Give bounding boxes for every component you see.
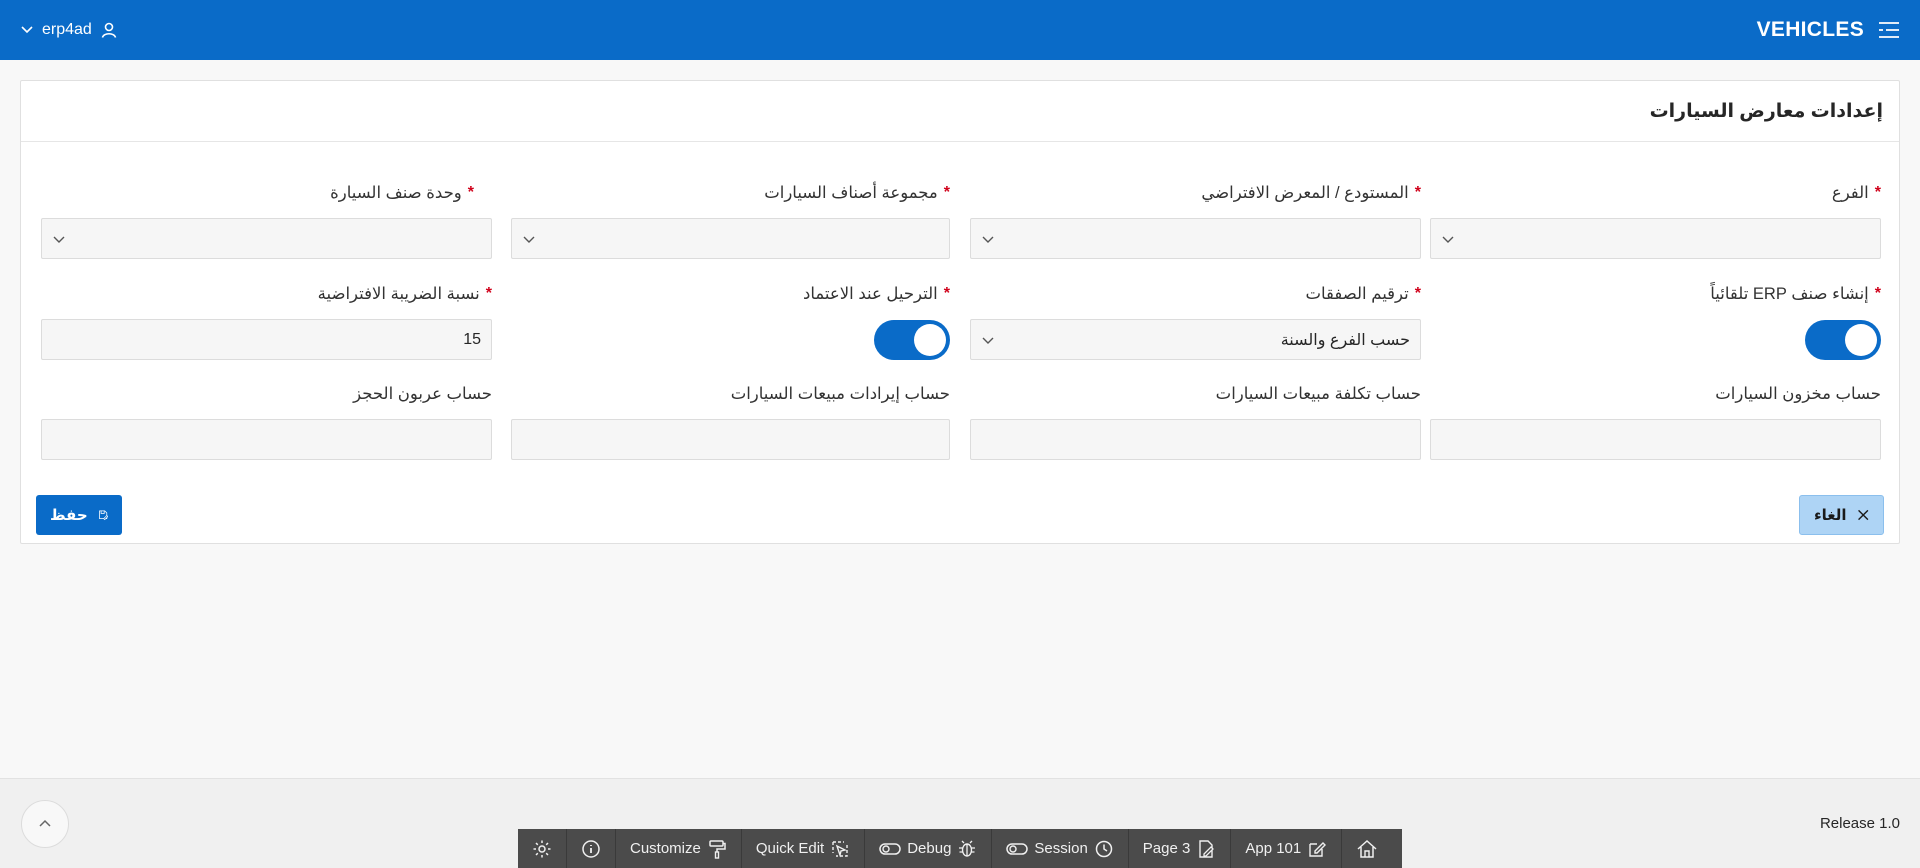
- username: erp4ad: [42, 21, 92, 38]
- release-version: Release 1.0: [1819, 815, 1900, 832]
- field-label: * وحدة صنف السيارة: [330, 184, 474, 202]
- field-branch: * الفرع: [1430, 182, 1881, 259]
- transaction-numbering-select[interactable]: حسب الفرع والسنة: [970, 319, 1421, 360]
- chevron-down-icon: [982, 337, 994, 344]
- auto-erp-item-toggle[interactable]: [1805, 319, 1881, 360]
- field-default-tax-rate: * نسبة الضريبة الافتراضية 15: [41, 283, 492, 360]
- car-item-unit-select[interactable]: [41, 218, 492, 259]
- toggle-wrapper: [511, 319, 950, 360]
- field-car-inventory-account: حساب مخزون السيارات: [1430, 383, 1881, 460]
- cancel-label: الغاء: [1814, 507, 1847, 524]
- region-title: إعدادات معارض السيارات: [1649, 100, 1883, 122]
- user-icon: [101, 22, 117, 38]
- warehouse-select[interactable]: [970, 218, 1421, 259]
- field-label: حساب إيرادات مبيعات السيارات: [730, 385, 950, 403]
- devbar-settings[interactable]: [518, 829, 567, 868]
- booking-deposit-account-input[interactable]: [41, 419, 492, 460]
- devbar-customize[interactable]: Customize: [616, 829, 742, 868]
- user-menu[interactable]: erp4ad: [20, 21, 118, 39]
- car-sales-cost-account-input[interactable]: [970, 419, 1421, 460]
- bug-icon: [959, 840, 976, 857]
- toggle-knob: [914, 323, 946, 356]
- field-car-sales-revenue-account: حساب إيرادات مبيعات السيارات: [511, 383, 950, 460]
- edit-icon: [1309, 841, 1327, 857]
- toggle-icon: [879, 842, 901, 855]
- home-icon: [1357, 839, 1377, 858]
- region-header: إعدادات معارض السيارات: [21, 81, 1899, 142]
- chevron-down-icon: [21, 26, 33, 34]
- paint-roller-icon: [709, 839, 726, 859]
- field-car-category-group: * مجموعة أصناف السيارات: [511, 182, 950, 259]
- chevron-up-icon: [39, 819, 51, 827]
- field-label: * ترقيم الصفقات: [1305, 285, 1421, 303]
- field-booking-deposit-account: حساب عربون الحجز: [41, 383, 492, 460]
- devbar-page[interactable]: Page 3: [1129, 829, 1232, 868]
- field-label: حساب عربون الحجز: [353, 385, 492, 403]
- save-label: حفظ: [50, 507, 88, 524]
- chevron-down-icon: [982, 236, 994, 243]
- field-car-sales-cost-account: حساب تكلفة مبيعات السيارات: [970, 383, 1421, 460]
- field-post-on-approval: * الترحيل عند الاعتماد: [511, 283, 950, 360]
- info-icon: [582, 839, 600, 858]
- developer-toolbar: Customize Quick Edit Debug Session Page …: [518, 829, 1402, 868]
- save-button[interactable]: حفظ: [36, 495, 122, 535]
- devbar-app[interactable]: App 101: [1231, 829, 1343, 868]
- branch-select[interactable]: [1430, 218, 1881, 259]
- settings-region: إعدادات معارض السيارات * الفرع * المستودع …: [20, 80, 1900, 544]
- post-on-approval-toggle[interactable]: [874, 319, 950, 360]
- field-label: * الفرع: [1831, 184, 1881, 202]
- cancel-button[interactable]: الغاء: [1799, 495, 1884, 535]
- gear-icon: [533, 840, 551, 857]
- field-label: * المستودع / المعرض الافتراضي: [1201, 184, 1421, 202]
- toggle-wrapper: [1430, 319, 1881, 360]
- car-sales-revenue-account-input[interactable]: [511, 419, 950, 460]
- app-header: erp4ad VEHICLES: [0, 0, 1920, 60]
- default-tax-rate-input[interactable]: 15: [41, 319, 492, 360]
- car-category-group-select[interactable]: [511, 218, 950, 259]
- devbar-info[interactable]: [567, 829, 616, 868]
- toggle-icon: [1006, 842, 1029, 855]
- devbar-debug[interactable]: Debug: [865, 829, 993, 868]
- devbar-session[interactable]: Session: [992, 829, 1129, 868]
- field-warehouse: * المستودع / المعرض الافتراضي: [970, 182, 1421, 259]
- field-label: * مجموعة أصناف السيارات: [764, 184, 950, 202]
- menu-icon[interactable]: [1878, 21, 1900, 39]
- chevron-down-icon: [53, 236, 65, 243]
- devbar-home[interactable]: [1342, 829, 1392, 868]
- clock-icon: [1095, 840, 1113, 857]
- app-title[interactable]: VEHICLES: [1757, 18, 1864, 42]
- devbar-quick-edit[interactable]: Quick Edit: [742, 829, 866, 868]
- field-label: * نسبة الضريبة الافتراضية: [317, 285, 492, 303]
- close-icon: [1857, 509, 1868, 521]
- field-label: حساب مخزون السيارات: [1715, 385, 1881, 403]
- field-label: * الترحيل عند الاعتماد: [803, 285, 950, 303]
- field-label: * إنشاء صنف ERP تلقائياً: [1710, 285, 1881, 303]
- car-inventory-account-input[interactable]: [1430, 419, 1881, 460]
- quick-edit-icon: [832, 840, 848, 858]
- field-car-item-unit: * وحدة صنف السيارة: [41, 182, 492, 259]
- field-transaction-numbering: * ترقيم الصفقات حسب الفرع والسنة: [970, 283, 1421, 360]
- field-label: حساب تكلفة مبيعات السيارات: [1215, 385, 1421, 403]
- app-title-area: VEHICLES: [1757, 18, 1900, 42]
- field-auto-erp-item: * إنشاء صنف ERP تلقائياً: [1430, 283, 1881, 360]
- save-icon: [98, 510, 108, 521]
- chevron-down-icon: [1442, 236, 1454, 243]
- chevron-down-icon: [523, 236, 535, 243]
- scroll-top-button[interactable]: [21, 800, 69, 848]
- page-edit-icon: [1199, 839, 1215, 858]
- toggle-knob: [1845, 323, 1877, 356]
